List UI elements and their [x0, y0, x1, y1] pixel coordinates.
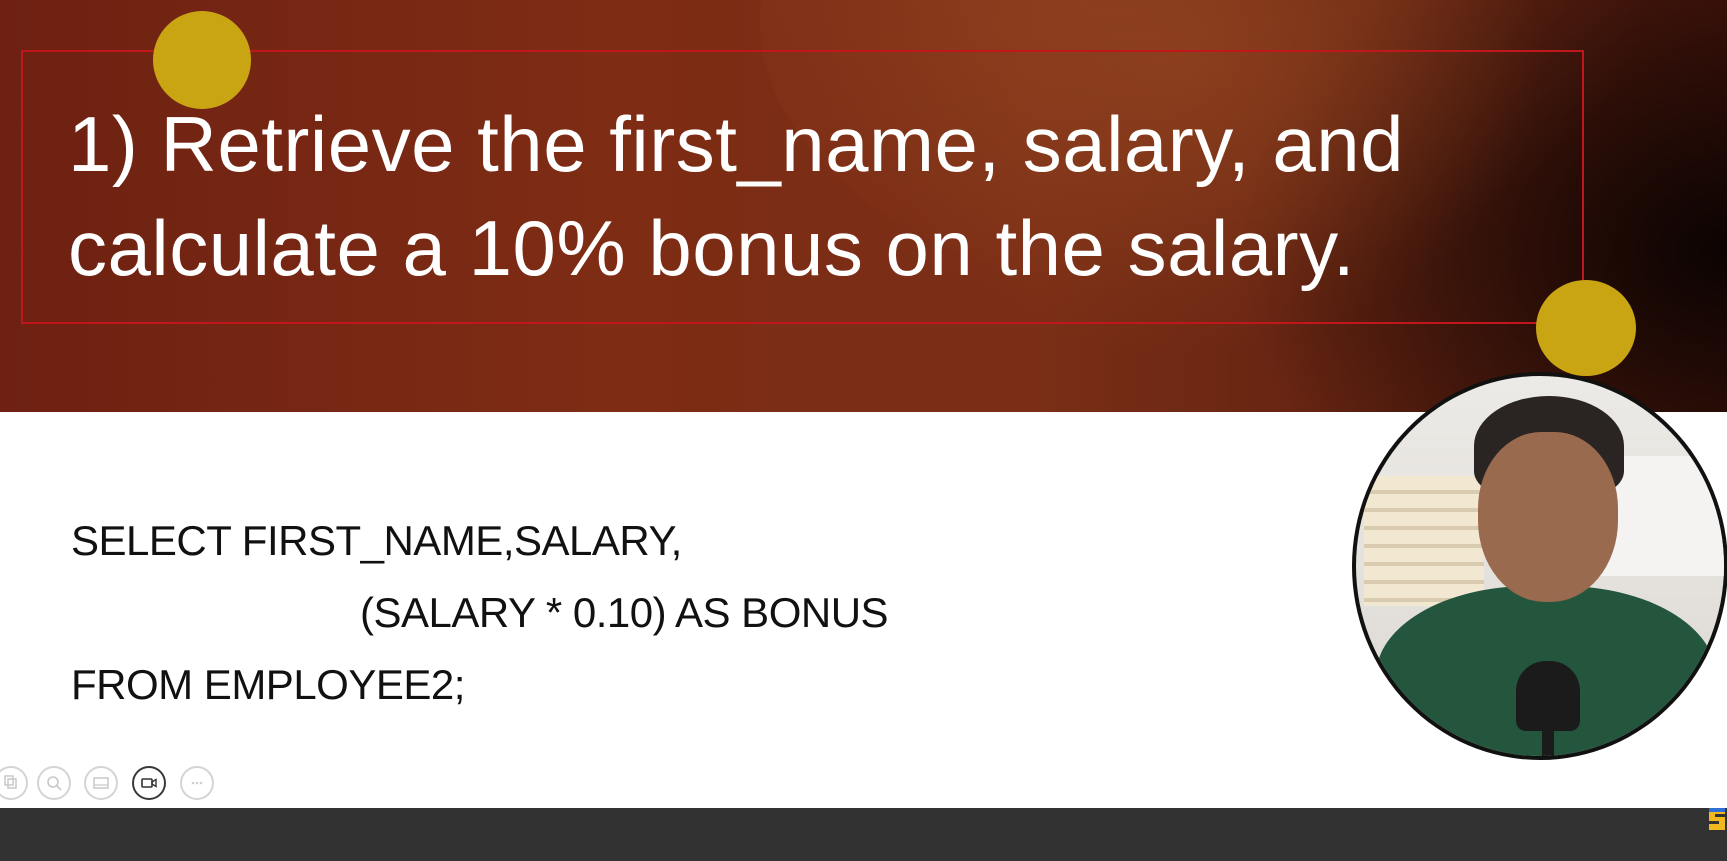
channel-logo-icon — [1709, 808, 1725, 830]
presenter-webcam — [1352, 372, 1727, 760]
slide-title-line-2: calculate a 10% bonus on the salary. — [68, 204, 1356, 292]
slide-title-line-1: 1) Retrieve the first_name, salary, and — [68, 100, 1404, 188]
code-line-from: FROM EMPLOYEE2; — [71, 661, 465, 708]
microphone-stand — [1542, 726, 1554, 756]
slides-icon[interactable] — [84, 766, 118, 800]
background-shelf — [1364, 476, 1484, 606]
presenter-face — [1478, 432, 1618, 602]
video-icon[interactable] — [132, 766, 166, 800]
slide-title: 1) Retrieve the first_name, salary, and … — [68, 92, 1568, 300]
more-icon[interactable] — [180, 766, 214, 800]
zoom-icon[interactable] — [37, 766, 71, 800]
code-line-bonus: (SALARY * 0.10) AS BONUS — [360, 589, 889, 636]
microphone — [1516, 661, 1580, 731]
slide-title-banner: 1) Retrieve the first_name, salary, and … — [0, 0, 1727, 412]
copy-icon[interactable] — [0, 766, 28, 800]
sql-code-block: SELECT FIRST_NAME,SALARY, (SALARY * 0.10… — [71, 505, 889, 721]
video-bottom-bar — [0, 808, 1727, 861]
code-line-select: SELECT FIRST_NAME,SALARY, — [71, 517, 682, 564]
